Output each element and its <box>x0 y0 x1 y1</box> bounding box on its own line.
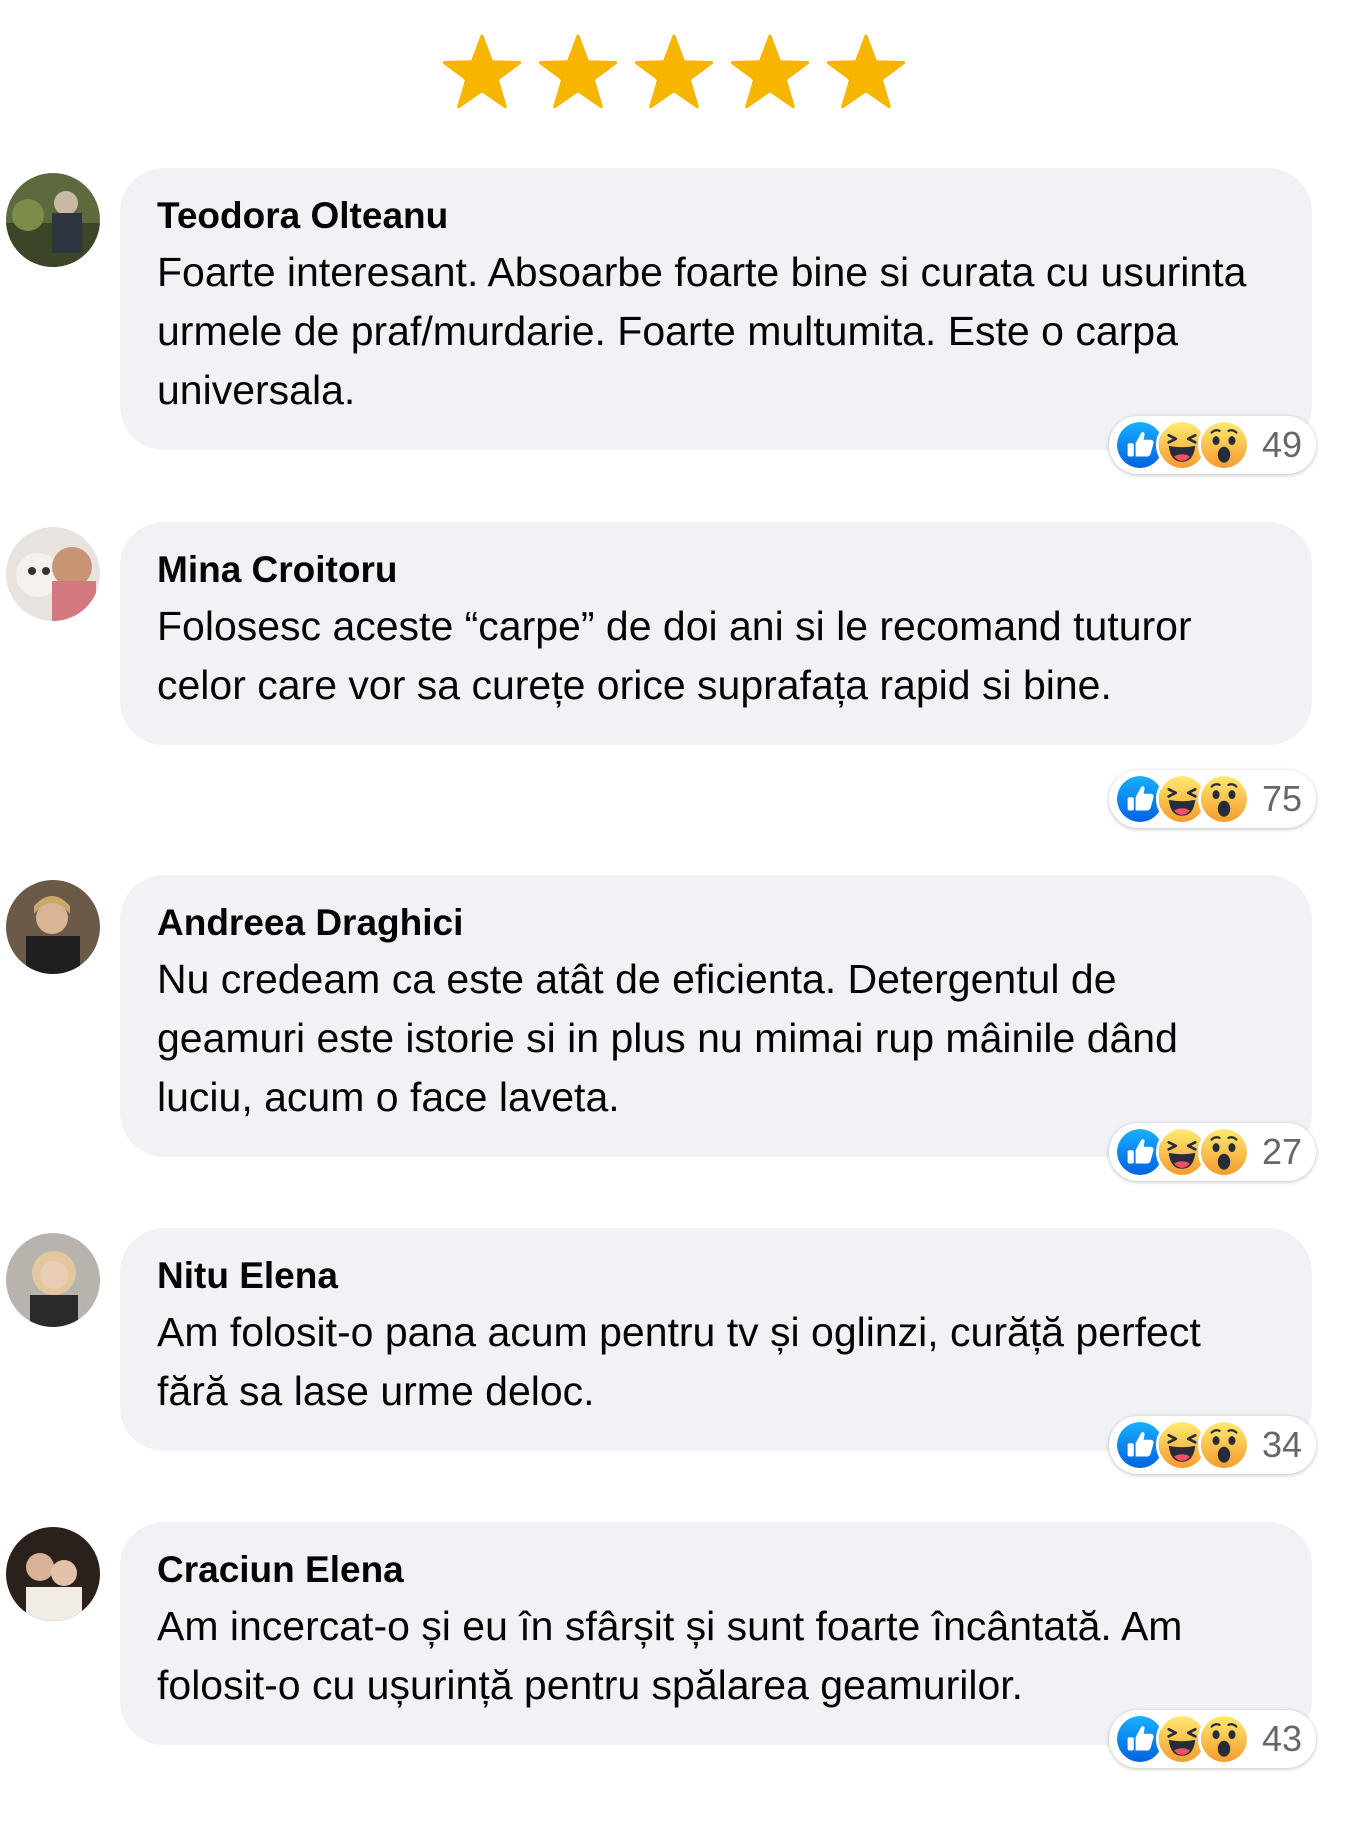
star-icon <box>826 33 906 113</box>
comment-text: Am folosit-o pana acum pentru tv și ogli… <box>157 1309 1201 1414</box>
wow-icon <box>1197 1713 1250 1765</box>
comment-text: Am incercat-o și eu în sfârșit și sunt f… <box>157 1603 1183 1708</box>
star-icon <box>730 33 810 113</box>
wow-icon <box>1197 1419 1250 1471</box>
avatar[interactable] <box>6 527 100 621</box>
star-icon <box>442 33 522 113</box>
comment-author[interactable]: Mina Croitoru <box>157 546 1272 594</box>
reactions-summary[interactable]: 49 <box>1108 416 1316 474</box>
reaction-count: 43 <box>1261 1718 1302 1759</box>
comment-author[interactable]: Craciun Elena <box>157 1546 1272 1594</box>
comment-bubble: Mina Croitoru Folosesc aceste “carpe” de… <box>120 522 1312 745</box>
wow-icon <box>1197 773 1250 825</box>
comment-bubble: Teodora Olteanu Foarte interesant. Absoa… <box>120 168 1312 450</box>
comment-author[interactable]: Andreea Draghici <box>157 899 1272 947</box>
star-icon <box>634 33 714 113</box>
reaction-count: 27 <box>1261 1131 1302 1172</box>
comment-bubble: Andreea Draghici Nu credeam ca este atât… <box>120 875 1312 1157</box>
reaction-count: 75 <box>1261 778 1302 819</box>
star-icon <box>538 33 618 113</box>
reaction-count: 49 <box>1261 424 1302 465</box>
reaction-count: 34 <box>1261 1424 1302 1465</box>
reactions-summary[interactable]: 34 <box>1108 1416 1316 1474</box>
wow-icon <box>1197 1126 1250 1178</box>
reactions-summary[interactable]: 75 <box>1108 770 1316 828</box>
comment-text: Folosesc aceste “carpe” de doi ani si le… <box>157 603 1192 708</box>
comment-author[interactable]: Teodora Olteanu <box>157 192 1272 240</box>
avatar[interactable] <box>6 880 100 974</box>
reactions-summary[interactable]: 27 <box>1108 1123 1316 1181</box>
avatar[interactable] <box>6 1527 100 1621</box>
avatar[interactable] <box>6 1233 100 1327</box>
comment-text: Nu credeam ca este atât de eficienta. De… <box>157 956 1178 1120</box>
rating-stars <box>0 28 1348 118</box>
wow-icon <box>1197 419 1250 471</box>
avatar[interactable] <box>6 173 100 267</box>
comment-author[interactable]: Nitu Elena <box>157 1252 1272 1300</box>
comment-text: Foarte interesant. Absoarbe foarte bine … <box>157 249 1247 413</box>
reactions-summary[interactable]: 43 <box>1108 1710 1316 1768</box>
